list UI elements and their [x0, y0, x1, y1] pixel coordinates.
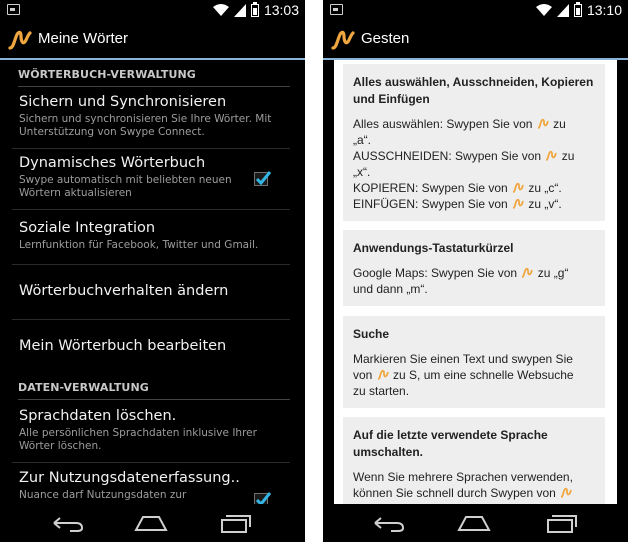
swype-icon [512, 182, 524, 193]
preferences-list: WÖRTERBUCH-VERWALTUNG Sichern und Synchr… [0, 60, 305, 504]
usage-data-checkbox[interactable] [254, 492, 272, 504]
swype-icon [522, 267, 534, 278]
home-icon[interactable] [133, 512, 169, 534]
item-divider [12, 264, 290, 265]
swype-icon [377, 369, 389, 380]
gesture-card-select-cut-copy-paste: Alles auswählen, Ausschneiden, Kopieren … [343, 64, 605, 221]
gestures-list: Alles auswählen, Ausschneiden, Kopieren … [323, 60, 628, 504]
pref-title: Dynamisches Wörterbuch [19, 155, 206, 171]
checkmark-icon [255, 492, 272, 504]
swype-icon [560, 487, 572, 498]
pref-summary: Sichern und synchronisieren Sie Ihre Wör… [19, 113, 272, 138]
home-icon[interactable] [456, 512, 492, 534]
dynamic-dictionary-checkbox[interactable] [254, 171, 272, 186]
pref-delete-language-data[interactable]: Sprachdaten löschen. Alle persönlichen S… [19, 408, 289, 453]
battery-icon [250, 1, 259, 17]
swype-app-icon[interactable] [8, 28, 32, 52]
card-title: Auf die letzte verwendete Sprache umscha… [353, 428, 548, 459]
section-header-dictionary: WÖRTERBUCH-VERWALTUNG [18, 68, 196, 81]
pref-title: Wörterbuchverhalten ändern [19, 283, 229, 299]
card-title: Anwendungs-Tastaturkürzel [353, 241, 514, 255]
pref-title: Mein Wörterbuch bearbeiten [19, 338, 227, 354]
pref-change-dictionary-behavior[interactable]: Wörterbuchverhalten ändern [19, 283, 289, 299]
right-phone-screen: 13:10 Gesten Alles auswählen, Ausschneid… [323, 0, 628, 542]
swype-icon [512, 198, 524, 209]
back-icon[interactable] [371, 512, 407, 534]
wifi-icon [535, 4, 552, 16]
page-title: Gesten [361, 30, 410, 47]
card-body: Markieren Sie einen Text und swypen Sie … [353, 352, 574, 398]
checkmark-icon [255, 171, 272, 186]
signal-icon [556, 3, 569, 17]
pref-backup-sync[interactable]: Sichern und Synchronisieren Sichern und … [19, 94, 289, 139]
pref-usage-data[interactable]: Zur Nutzungsdatenerfassung.. Nuance darf… [19, 470, 289, 502]
card-title: Alles auswählen, Ausschneiden, Kopieren … [353, 75, 594, 106]
action-bar: Meine Wörter [0, 20, 305, 60]
recent-apps-icon[interactable] [543, 512, 579, 534]
item-divider [12, 462, 290, 463]
section-divider [18, 399, 290, 400]
status-bar: 13:10 [323, 0, 628, 20]
section-header-data: DATEN-VERWALTUNG [18, 381, 149, 394]
wifi-icon [212, 4, 229, 16]
signal-icon [233, 3, 246, 17]
notification-image-icon [7, 4, 20, 15]
navigation-bar [0, 504, 305, 542]
item-divider [12, 319, 290, 320]
card-body: Google Maps: Swypen Sie von zu „g“ und d… [353, 266, 569, 296]
status-bar: 13:03 [0, 0, 305, 20]
pref-title: Zur Nutzungsdatenerfassung.. [19, 470, 240, 486]
item-divider [12, 209, 290, 210]
pref-social-integration[interactable]: Soziale Integration Lernfunktion für Fac… [19, 220, 289, 252]
page-title: Meine Wörter [38, 30, 129, 47]
gesture-card-search: Suche Markieren Sie einen Text und swype… [343, 316, 605, 408]
section-divider [18, 86, 290, 87]
navigation-bar [323, 504, 628, 542]
gesture-card-language-switch: Auf die letzte verwendete Sprache umscha… [343, 417, 605, 504]
swype-icon [546, 150, 558, 161]
swype-icon [537, 118, 549, 129]
notification-image-icon [330, 4, 343, 15]
pref-summary: Alle persönlichen Sprachdaten inklusive … [19, 427, 257, 452]
card-body: Wenn Sie mehrere Sprachen verwenden, kön… [353, 470, 573, 500]
swype-app-icon[interactable] [331, 28, 355, 52]
pref-title: Soziale Integration [19, 220, 156, 236]
pref-title: Sichern und Synchronisieren [19, 94, 227, 110]
back-icon[interactable] [50, 512, 86, 534]
gesture-card-shortcuts: Anwendungs-Tastaturkürzel Google Maps: S… [343, 230, 605, 306]
recent-apps-icon[interactable] [217, 512, 253, 534]
action-bar: Gesten [323, 20, 628, 60]
left-phone-screen: 13:03 Meine Wörter WÖRTERBUCH-VERWALTUNG… [0, 0, 305, 542]
pref-title: Sprachdaten löschen. [19, 408, 177, 424]
pref-dynamic-dictionary[interactable]: Dynamisches Wörterbuch Swype automatisch… [19, 155, 289, 200]
item-divider [12, 148, 290, 149]
status-time: 13:10 [586, 2, 622, 18]
status-time: 13:03 [263, 2, 299, 18]
pref-edit-my-dictionary[interactable]: Mein Wörterbuch bearbeiten [19, 338, 289, 354]
battery-icon [573, 1, 582, 17]
pref-summary: Nuance darf Nutzungsdaten zur [19, 489, 187, 501]
pref-summary: Lernfunktion für Facebook, Twitter und G… [19, 239, 259, 251]
pref-summary: Swype automatisch mit beliebten neuen Wö… [19, 174, 232, 199]
card-body: Alles auswählen: Swypen Sie von zu „a“. … [353, 117, 575, 211]
card-title: Suche [353, 327, 390, 341]
